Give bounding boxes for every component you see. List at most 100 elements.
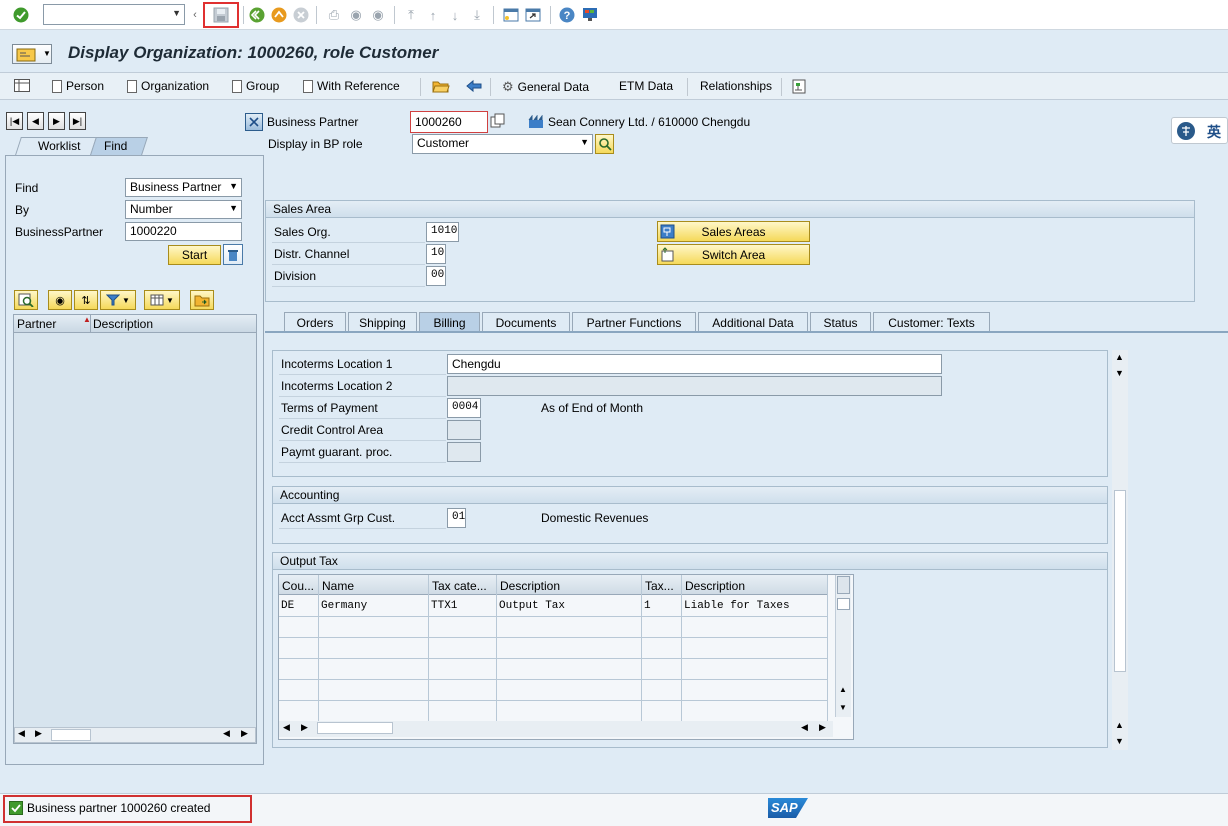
- open-folder-icon[interactable]: [432, 79, 450, 93]
- distr-channel-field[interactable]: 10: [426, 244, 446, 264]
- filter-icon[interactable]: ▼: [100, 290, 136, 310]
- scroll-up-icon[interactable]: ▲: [1115, 720, 1124, 730]
- column-header-tax-category[interactable]: Tax cate...: [432, 579, 496, 593]
- row-select-checkbox[interactable]: [837, 598, 850, 610]
- bp-role-select[interactable]: Customer ▼: [412, 134, 593, 154]
- collapse-icon[interactable]: ‹: [190, 6, 200, 24]
- chevron-down-icon[interactable]: ▼: [172, 8, 181, 18]
- tab-additional-data[interactable]: Additional Data: [698, 312, 808, 332]
- tab-shipping[interactable]: Shipping: [348, 312, 417, 332]
- business-partner-search-input[interactable]: 1000220: [125, 222, 242, 241]
- tab-partner-functions[interactable]: Partner Functions: [572, 312, 696, 332]
- scroll-down-icon[interactable]: ▼: [1115, 368, 1124, 378]
- locator-toggle-icon[interactable]: [14, 79, 30, 92]
- scroll-thumb[interactable]: [317, 722, 393, 734]
- shortcut-icon[interactable]: [524, 6, 542, 24]
- table-horizontal-scrollbar[interactable]: ◀ ▶ ◀ ▶: [279, 721, 833, 737]
- delete-icon[interactable]: [223, 244, 243, 265]
- previous-entry-icon[interactable]: ◀: [27, 112, 44, 130]
- tab-status[interactable]: Status: [810, 312, 871, 332]
- enter-icon[interactable]: [12, 6, 30, 24]
- new-session-icon[interactable]: [502, 6, 520, 24]
- horizontal-scrollbar[interactable]: ◀ ▶ ◀ ▶: [14, 727, 256, 743]
- scroll-down-icon[interactable]: ▼: [1115, 736, 1124, 746]
- scroll-thumb[interactable]: [1114, 490, 1126, 672]
- tab-billing[interactable]: Billing: [419, 312, 480, 332]
- acct-assmt-grp-field[interactable]: 01: [447, 508, 466, 528]
- etm-data-button[interactable]: ETM Data: [619, 79, 673, 93]
- first-entry-icon[interactable]: |◀: [6, 112, 23, 130]
- first-page-icon[interactable]: ⤒: [402, 6, 420, 24]
- by-select[interactable]: Number ▼: [125, 200, 242, 219]
- with-reference-button[interactable]: With Reference: [303, 79, 400, 93]
- save-icon[interactable]: [212, 6, 230, 24]
- table-row[interactable]: DE Germany TTX1 Output Tax 1 Liable for …: [279, 596, 827, 616]
- scroll-left-icon[interactable]: ◀: [18, 728, 25, 739]
- sales-areas-button[interactable]: Sales Areas: [657, 221, 810, 242]
- scroll-right-icon[interactable]: ▶: [35, 728, 42, 739]
- expand-header-icon[interactable]: [245, 113, 263, 131]
- find-icon[interactable]: ◉: [48, 290, 72, 310]
- column-header-classification-description[interactable]: Description: [685, 579, 825, 593]
- switch-area-button[interactable]: Switch Area: [657, 244, 810, 265]
- relationships-button[interactable]: Relationships: [700, 79, 772, 93]
- back-icon[interactable]: [248, 6, 266, 24]
- incoterms-location-2-field[interactable]: [447, 376, 942, 396]
- find-next-icon[interactable]: ◉: [369, 6, 387, 24]
- column-header-name[interactable]: Name: [322, 579, 428, 593]
- column-header-partner[interactable]: Partner: [17, 317, 56, 331]
- cancel-icon[interactable]: [292, 6, 310, 24]
- create-person-button[interactable]: Person: [52, 79, 104, 93]
- start-button[interactable]: Start: [168, 245, 221, 265]
- sales-org-field[interactable]: 1010: [426, 222, 459, 242]
- tab-orders[interactable]: Orders: [284, 312, 346, 332]
- table-vertical-scrollbar[interactable]: ▲ ▼: [835, 575, 851, 717]
- tab-documents[interactable]: Documents: [482, 312, 570, 332]
- org-chart-icon[interactable]: [792, 79, 808, 94]
- layout-icon[interactable]: ▼: [144, 290, 180, 310]
- credit-control-area-field[interactable]: [447, 420, 481, 440]
- menu-button[interactable]: ▼: [12, 44, 52, 64]
- tab-customer-texts[interactable]: Customer: Texts: [873, 312, 990, 332]
- column-header-tax-classification[interactable]: Tax...: [645, 579, 681, 593]
- scroll-up-icon[interactable]: ▲: [839, 685, 847, 694]
- scroll-left-icon[interactable]: ◀: [223, 728, 230, 739]
- customize-icon[interactable]: [581, 6, 599, 24]
- status-message-box[interactable]: Business partner 1000260 created: [3, 795, 252, 823]
- paymt-guarant-proc-field[interactable]: [447, 442, 481, 462]
- next-entry-icon[interactable]: ▶: [48, 112, 65, 130]
- scroll-left-icon[interactable]: ◀: [283, 722, 290, 733]
- scroll-left-icon[interactable]: ◀: [801, 722, 808, 733]
- create-group-button[interactable]: Group: [232, 79, 279, 93]
- column-header-country[interactable]: Cou...: [282, 579, 318, 593]
- scroll-up-icon[interactable]: ▲: [1115, 352, 1124, 362]
- details-icon[interactable]: [14, 290, 38, 310]
- scroll-right-icon[interactable]: ▶: [241, 728, 248, 739]
- create-organization-button[interactable]: Organization: [127, 79, 209, 93]
- scroll-right-icon[interactable]: ▶: [819, 722, 826, 733]
- terms-of-payment-field[interactable]: 0004: [447, 398, 481, 418]
- scroll-thumb[interactable]: [51, 729, 91, 741]
- division-field[interactable]: 00: [426, 266, 446, 286]
- general-data-button[interactable]: ⚙ General Data: [502, 79, 589, 95]
- add-favorite-icon[interactable]: [190, 290, 214, 310]
- table-settings-icon[interactable]: [837, 576, 850, 594]
- business-partner-input[interactable]: 1000260: [410, 111, 488, 133]
- column-header-description[interactable]: Description: [500, 579, 640, 593]
- scroll-right-icon[interactable]: ▶: [301, 722, 308, 733]
- column-header-description[interactable]: Description: [93, 317, 153, 331]
- find-icon[interactable]: ◉: [347, 6, 365, 24]
- sort-icon[interactable]: ⇅: [74, 290, 98, 310]
- incoterms-location-1-field[interactable]: Chengdu: [447, 354, 942, 374]
- role-details-icon[interactable]: [595, 134, 614, 154]
- page-vertical-scrollbar[interactable]: ▲ ▼ ▲ ▼: [1112, 350, 1128, 750]
- switch-back-icon[interactable]: [466, 79, 482, 93]
- command-field[interactable]: ▼: [43, 4, 185, 25]
- ime-indicator[interactable]: 英: [1171, 117, 1228, 144]
- copy-icon[interactable]: [490, 113, 506, 129]
- scroll-down-icon[interactable]: ▼: [839, 703, 847, 712]
- last-page-icon[interactable]: ⤓: [468, 6, 486, 24]
- find-select[interactable]: Business Partner ▼: [125, 178, 242, 197]
- next-page-icon[interactable]: ↓: [446, 6, 464, 24]
- exit-icon[interactable]: [270, 6, 288, 24]
